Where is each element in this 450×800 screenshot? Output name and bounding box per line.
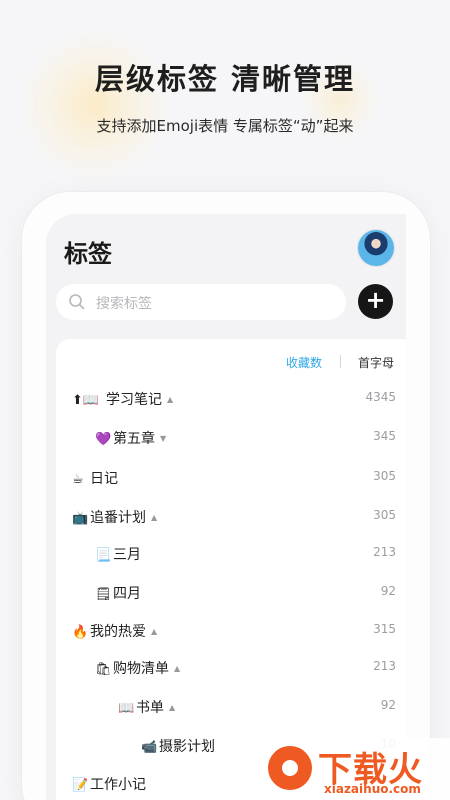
tag-emoji: 📃: [95, 548, 112, 563]
sort-by-count-tab[interactable]: 收藏数: [286, 354, 322, 371]
tag-name: 日记: [90, 471, 118, 487]
tag-count: 213: [373, 545, 396, 559]
tag-list: 收藏数 首字母 ⬆📖 学习笔记 ▲ 4345 💜 第五章 ▼ 345 ☕ 日记 305 📺 追番计划 ▲ 3…: [56, 339, 406, 800]
tag-emoji: 💜: [95, 432, 112, 447]
tag-name: 学习笔记: [106, 392, 162, 408]
tag-emoji: 🔥: [72, 625, 89, 640]
tag-emoji: 📹: [141, 740, 158, 755]
tag-label: 💜 第五章 ▼: [95, 428, 166, 448]
tag-name: 追番计划: [90, 510, 146, 526]
tag-row[interactable]: 💜 第五章 ▼ 345: [56, 426, 406, 450]
watermark: 下载火 xiazaihuo.com: [262, 738, 450, 800]
tag-label: 🔥 我的热爱 ▲: [72, 621, 157, 641]
sort-divider: [340, 355, 341, 368]
tag-row[interactable]: 📃 三月 213: [56, 542, 406, 566]
tag-emoji: 📝: [72, 778, 89, 793]
download-icon: [268, 746, 312, 790]
tag-label: 🗒四月: [95, 583, 141, 603]
expand-arrow-icon[interactable]: ▼: [160, 434, 166, 443]
tag-count: 92: [380, 698, 396, 712]
tag-row[interactable]: 🔥 我的热爱 ▲ 315: [56, 619, 406, 643]
tag-emoji: 🛍: [95, 662, 112, 677]
search-input[interactable]: 搜索标签: [56, 284, 346, 320]
promo-title: 层级标签 清晰管理: [94, 62, 356, 96]
tag-name: 四月: [113, 586, 141, 602]
tag-count: 4345: [365, 390, 396, 404]
tag-label: 🛍购物清单 ▲: [95, 658, 180, 678]
add-tag-button[interactable]: +: [358, 284, 393, 319]
tags-screen: 标签 搜索标签 + 收藏数 首字母 ⬆📖 学习笔记 ▲ 4345 💜 第五章 ▼ 345 ☕ 日记…: [46, 214, 406, 800]
tag-emoji: ⬆📖: [72, 393, 100, 408]
decorative-glow: [20, 30, 170, 180]
tag-count: 305: [373, 469, 396, 483]
tag-emoji: 📖: [118, 701, 135, 716]
tag-row[interactable]: 🛍购物清单 ▲ 213: [56, 656, 406, 680]
tag-label: 📺 追番计划 ▲: [72, 507, 157, 527]
tag-emoji: 📺: [72, 511, 89, 526]
collapse-arrow-icon[interactable]: ▲: [169, 703, 175, 712]
tag-name: 工作小记: [90, 777, 146, 793]
tag-row[interactable]: ☕ 日记 305: [56, 466, 406, 490]
page-title: 标签: [64, 240, 112, 268]
tag-count: 345: [373, 429, 396, 443]
tag-count: 213: [373, 659, 396, 673]
tag-emoji: ☕: [72, 472, 84, 487]
tag-label: 📃 三月: [95, 544, 141, 564]
tag-name: 我的热爱: [90, 624, 146, 640]
tag-row[interactable]: ⬆📖 学习笔记 ▲ 4345: [56, 387, 406, 411]
tag-name: 三月: [113, 547, 141, 563]
collapse-arrow-icon[interactable]: ▲: [174, 664, 180, 673]
tag-count: 305: [373, 508, 396, 522]
watermark-url: xiazaihuo.com: [324, 782, 421, 796]
tag-row[interactable]: 📖 书单 ▲ 92: [56, 695, 406, 719]
tag-label: 📖 书单 ▲: [118, 697, 175, 717]
tag-label: ☕ 日记: [72, 468, 118, 488]
collapse-arrow-icon[interactable]: ▲: [151, 513, 157, 522]
avatar[interactable]: [358, 230, 394, 266]
tag-row[interactable]: 🗒四月 92: [56, 581, 406, 605]
tag-name: 书单: [136, 700, 164, 716]
tag-label: ⬆📖 学习笔记 ▲: [72, 389, 173, 409]
tag-count: 92: [380, 584, 396, 598]
collapse-arrow-icon[interactable]: ▲: [167, 395, 173, 404]
promo-subtitle: 支持添加Emoji表情 专属标签“动”起来: [96, 117, 354, 135]
tag-row[interactable]: 📺 追番计划 ▲ 305: [56, 505, 406, 529]
search-placeholder: 搜索标签: [96, 296, 152, 312]
tag-emoji: 🗒: [95, 587, 112, 602]
tag-name: 第五章: [113, 431, 155, 447]
sort-by-alpha-tab[interactable]: 首字母: [358, 354, 394, 371]
tag-name: 摄影计划: [159, 739, 215, 755]
tag-name: 购物清单: [113, 661, 169, 677]
tag-label: 📹 摄影计划: [141, 736, 215, 756]
tag-label: 📝 工作小记: [72, 774, 146, 794]
collapse-arrow-icon[interactable]: ▲: [151, 627, 157, 636]
tag-count: 315: [373, 622, 396, 636]
search-icon: [69, 294, 85, 310]
